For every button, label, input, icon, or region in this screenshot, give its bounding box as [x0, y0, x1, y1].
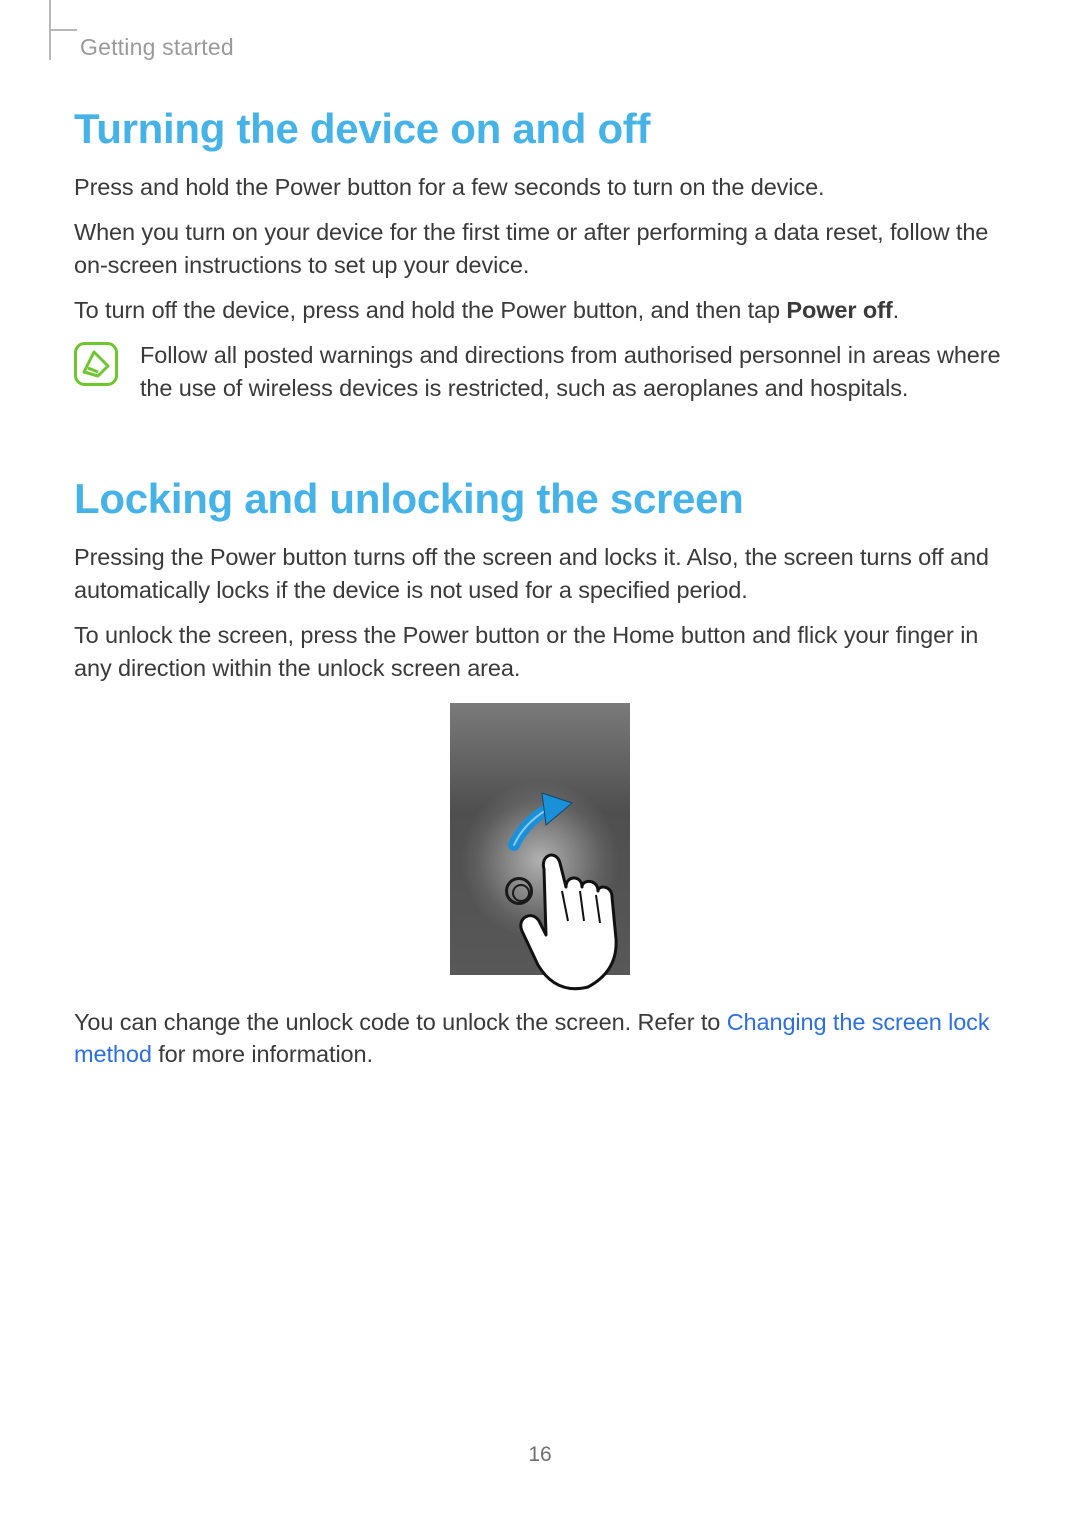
body-paragraph: When you turn on your device for the fir…: [74, 216, 1006, 282]
device-screen-illustration: [450, 703, 630, 975]
body-paragraph: Pressing the Power button turns off the …: [74, 541, 1006, 607]
chapter-title: Getting started: [80, 34, 1006, 61]
header-crop-marks: [40, 0, 60, 60]
note-block: Follow all posted warnings and direction…: [74, 339, 1006, 405]
text-run: You can change the unlock code to unlock…: [74, 1009, 727, 1035]
text-run: To turn off the device, press and hold t…: [74, 297, 786, 323]
page-content: Getting started Turning the device on an…: [0, 0, 1080, 1071]
note-text: Follow all posted warnings and direction…: [140, 339, 1006, 405]
section-heading-turning-on-off: Turning the device on and off: [74, 105, 1006, 153]
section-heading-locking-screen: Locking and unlocking the screen: [74, 475, 1006, 523]
body-paragraph: You can change the unlock code to unlock…: [74, 1006, 1006, 1072]
body-paragraph: To turn off the device, press and hold t…: [74, 294, 1006, 327]
body-paragraph: Press and hold the Power button for a fe…: [74, 171, 1006, 204]
figure-unlock-gesture: [74, 703, 1006, 980]
text-run: .: [893, 297, 899, 323]
body-paragraph: To unlock the screen, press the Power bu…: [74, 619, 1006, 685]
bold-text: Power off: [786, 297, 892, 323]
text-run: for more information.: [152, 1041, 373, 1067]
page-number: 16: [0, 1443, 1080, 1467]
note-icon: [74, 342, 118, 386]
hand-pointer-icon: [516, 831, 646, 1001]
